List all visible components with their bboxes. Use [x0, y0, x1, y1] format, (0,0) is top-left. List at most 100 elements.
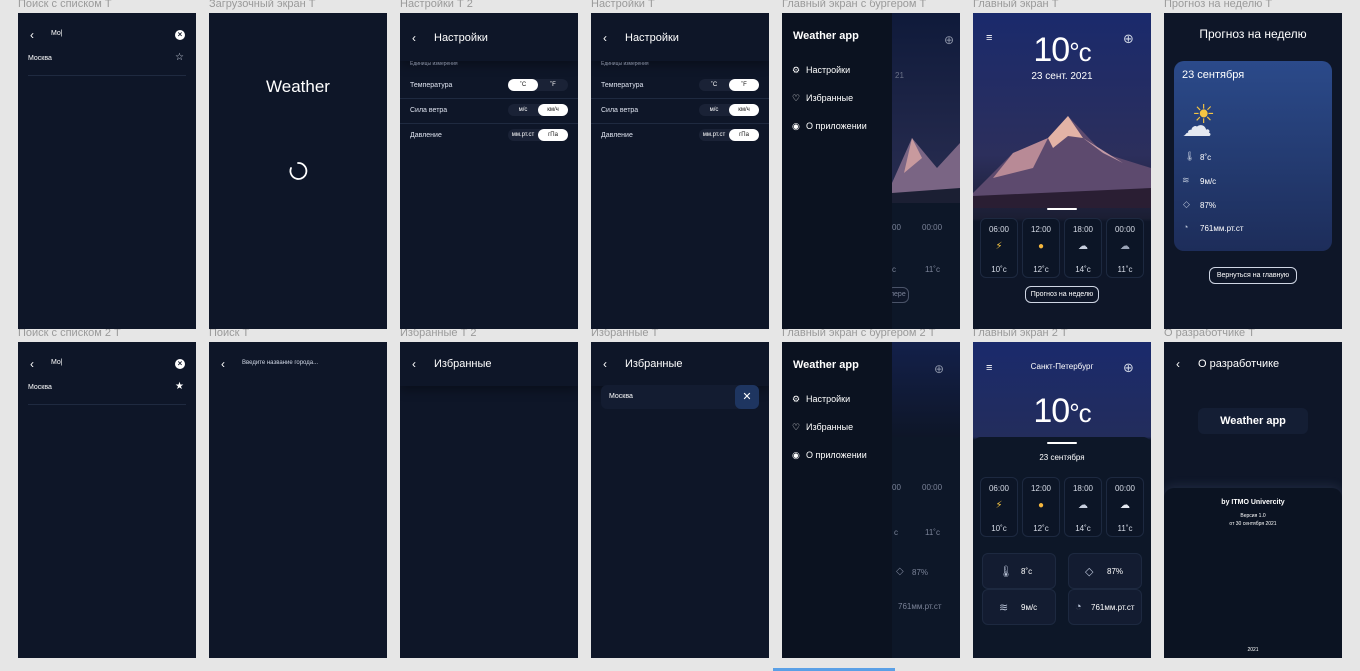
rain-cloud-icon: ☁ — [1078, 241, 1088, 252]
toggle-hpa[interactable]: гПа — [729, 129, 759, 141]
search-input[interactable]: Mo| — [51, 359, 63, 366]
app-badge: Weather app — [1198, 408, 1308, 434]
star-filled-icon[interactable]: ★ — [175, 381, 184, 392]
close-icon[interactable]: ✕ — [735, 385, 759, 409]
header — [591, 13, 769, 61]
favorite-item[interactable]: Москва ✕ — [601, 385, 759, 409]
spinner-icon — [289, 162, 308, 180]
menu-item-settings[interactable]: ⚙ Настройки — [792, 394, 850, 405]
temp-toggle[interactable]: ˚C ˚F — [699, 79, 759, 91]
temp-partial: c — [892, 265, 896, 274]
thermometer-icon: 🌡 — [1184, 151, 1196, 161]
wind-toggle[interactable]: м/с км/ч — [508, 104, 568, 116]
drag-handle[interactable] — [1047, 442, 1077, 444]
partial-humidity: 87% — [912, 568, 929, 577]
menu-app-title: Weather app — [793, 359, 859, 371]
toggle-mmhg[interactable]: мм.рт.ст — [699, 129, 729, 141]
drag-handle[interactable] — [1047, 208, 1077, 210]
toggle-f[interactable]: ˚F — [538, 79, 568, 91]
row-label: Сила ветра — [601, 107, 639, 114]
developer: by ITMO Univercity — [1221, 499, 1285, 506]
hour-card: 00:00 ☁ 11˚c — [1106, 218, 1144, 278]
clear-icon[interactable]: × — [175, 30, 185, 40]
toggle-mmhg[interactable]: мм.рт.ст — [508, 129, 538, 141]
section-label: Единицы измерения — [410, 61, 458, 67]
stat-wind-card: ≋ 9м/с — [982, 589, 1056, 625]
back-icon[interactable]: ‹ — [30, 357, 34, 371]
back-icon[interactable]: ‹ — [412, 357, 416, 371]
temp-partial: 11˚c — [925, 528, 940, 537]
pressure-toggle[interactable]: мм.рт.ст гПа — [699, 129, 759, 141]
header — [400, 13, 578, 61]
stat-temp: 8˚c — [1200, 153, 1212, 162]
toggle-kmh[interactable]: км/ч — [729, 104, 759, 116]
screen-search: ‹ Введите название города... — [209, 342, 387, 658]
gear-icon: ⚙ — [792, 394, 801, 404]
hour-card: 12:00 ● 12˚c — [1022, 218, 1060, 278]
panel — [892, 437, 960, 658]
temp-toggle[interactable]: ˚C ˚F — [508, 79, 568, 91]
hour-partial: 00:00 — [922, 483, 943, 492]
forecast-card: 23 сентября ☀ ☁ 🌡 8˚c ≋ 9м/с ◇ 87% ◔ 761… — [1174, 61, 1332, 251]
user-icon: ◉ — [792, 450, 800, 460]
back-icon[interactable]: ‹ — [221, 357, 225, 371]
plus-icon[interactable]: ⊕ — [1123, 360, 1134, 376]
toggle-hpa[interactable]: гПа — [538, 129, 568, 141]
cloud-icon: ☁ — [1120, 500, 1130, 511]
week-forecast-button[interactable]: Прогноз на неделю — [1025, 286, 1099, 303]
section-label: Единицы измерения — [601, 61, 649, 67]
favorite-city: Москва — [609, 393, 633, 400]
screen-main-burger: ⊕ 21 00 00:00 c 11˚c пере Weather app ⚙ Н… — [782, 13, 960, 329]
result-item[interactable]: Москва — [28, 384, 52, 391]
toggle-kmh[interactable]: км/ч — [538, 104, 568, 116]
background-sky — [892, 342, 960, 437]
version: Версия 1.0 — [1240, 513, 1266, 519]
stat-humidity-card: ◇ 87% — [1068, 553, 1142, 589]
screen-loading: Weather — [209, 13, 387, 329]
toggle-ms[interactable]: м/с — [699, 104, 729, 116]
menu-item-about[interactable]: ◉ О приложении — [792, 121, 867, 132]
back-icon[interactable]: ‹ — [30, 28, 34, 42]
wind-toggle[interactable]: м/с км/ч — [699, 104, 759, 116]
toggle-ms[interactable]: м/с — [508, 104, 538, 116]
menu-item-favorites[interactable]: ♡ Избранные — [792, 422, 853, 433]
gear-icon: ⚙ — [792, 65, 801, 75]
back-icon[interactable]: ‹ — [412, 31, 416, 45]
back-to-main-button[interactable]: Вернуться на главную — [1209, 267, 1297, 284]
back-icon[interactable]: ‹ — [603, 357, 607, 371]
plus-icon[interactable]: ⊕ — [944, 33, 954, 47]
menu-item-about[interactable]: ◉ О приложении — [792, 450, 867, 461]
screen-about: ‹ О разработчике Weather app by ITMO Uni… — [1164, 342, 1342, 658]
screen-settings-2: ‹ Настройки Единицы измерения Температур… — [400, 13, 578, 329]
clear-icon[interactable]: × — [175, 359, 185, 369]
pressure-toggle[interactable]: мм.рт.ст гПа — [508, 129, 568, 141]
row-label: Давление — [601, 132, 633, 139]
search-input[interactable]: Mo| — [51, 30, 63, 37]
frame-label: Главный экран с бургером Т — [782, 0, 927, 10]
search-input[interactable]: Введите название города... — [242, 360, 318, 366]
hour-partial: 00 — [892, 223, 901, 232]
plus-icon[interactable]: ⊕ — [934, 362, 944, 376]
toggle-c[interactable]: ˚C — [508, 79, 538, 91]
back-icon[interactable]: ‹ — [1176, 357, 1180, 371]
screen-week: Прогноз на неделю 23 сентября ☀ ☁ 🌡 8˚c … — [1164, 13, 1342, 329]
menu-item-settings[interactable]: ⚙ Настройки — [792, 65, 850, 76]
pressure-row: Давление мм.рт.ст гПа — [591, 124, 769, 149]
wind-icon: ≋ — [1182, 175, 1190, 185]
frame-label: Поиск с списком Т — [18, 0, 112, 10]
drop-icon: ◇ — [896, 566, 904, 577]
page-title: Избранные — [434, 358, 492, 370]
result-item[interactable]: Москва — [28, 55, 52, 62]
menu-item-favorites[interactable]: ♡ Избранные — [792, 93, 853, 104]
stat-wind: 9м/с — [1200, 177, 1217, 186]
heart-icon: ♡ — [792, 422, 801, 432]
screen-favorites: ‹ Избранные Москва ✕ — [591, 342, 769, 658]
back-icon[interactable]: ‹ — [603, 31, 607, 45]
star-icon[interactable]: ☆ — [175, 52, 184, 63]
page-title: Настройки — [625, 32, 679, 44]
rain-cloud-icon: ☁ — [1078, 500, 1088, 511]
toggle-c[interactable]: ˚C — [699, 79, 729, 91]
lightning-icon: ⚡ — [995, 500, 1003, 511]
mountain-image — [892, 138, 960, 203]
toggle-f[interactable]: ˚F — [729, 79, 759, 91]
